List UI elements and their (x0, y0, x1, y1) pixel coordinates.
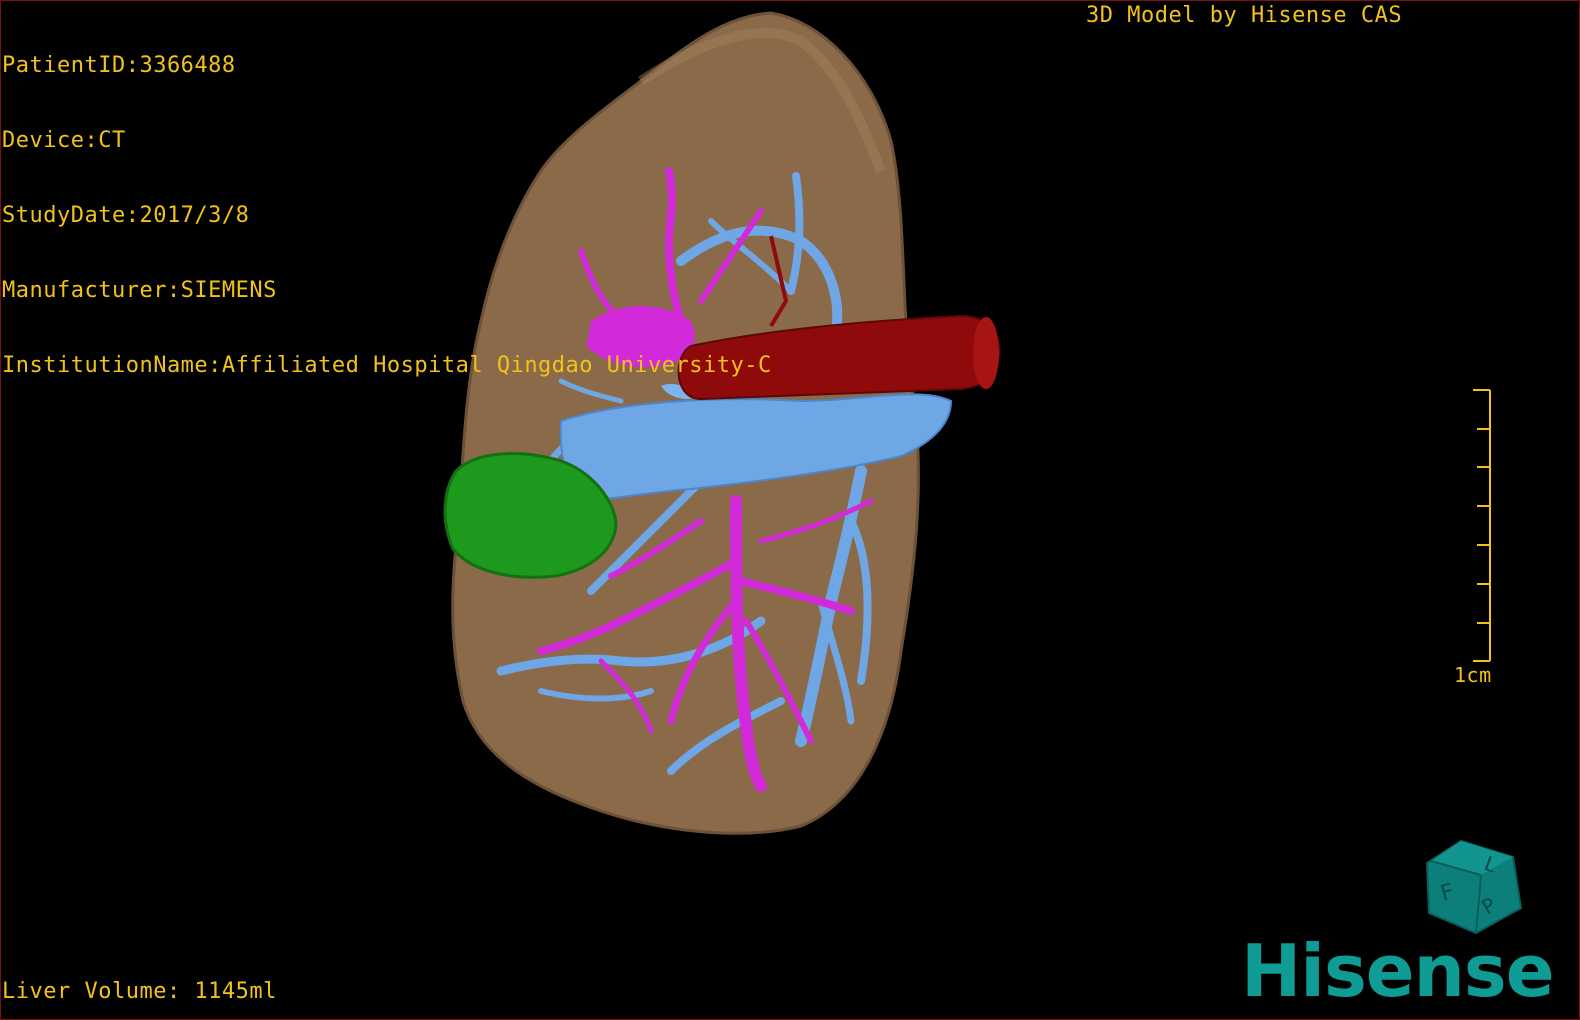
orientation-cube[interactable]: F L P (1421, 833, 1531, 943)
scale-label: 1cm (1454, 663, 1492, 687)
3d-viewport[interactable]: PatientID:3366488 Device:CT StudyDate:20… (0, 0, 1580, 1020)
study-date-text: StudyDate:2017/3/8 (2, 203, 250, 228)
patient-id-text: PatientID:3366488 (2, 53, 236, 78)
scale-bar (1473, 389, 1491, 662)
model-title: 3D Model by Hisense CAS (1086, 3, 1403, 28)
manufacturer-text: Manufacturer:SIEMENS (2, 278, 277, 303)
artery-end (973, 317, 999, 389)
dicom-info-block: PatientID:3366488 Device:CT StudyDate:20… (2, 3, 772, 428)
hisense-logo: Hisense (1241, 929, 1555, 1013)
institution-text: InstitutionName:Affiliated Hospital Qing… (2, 353, 772, 378)
liver-volume-text: Liver Volume: 1145ml (2, 979, 277, 1004)
device-text: Device:CT (2, 128, 126, 153)
